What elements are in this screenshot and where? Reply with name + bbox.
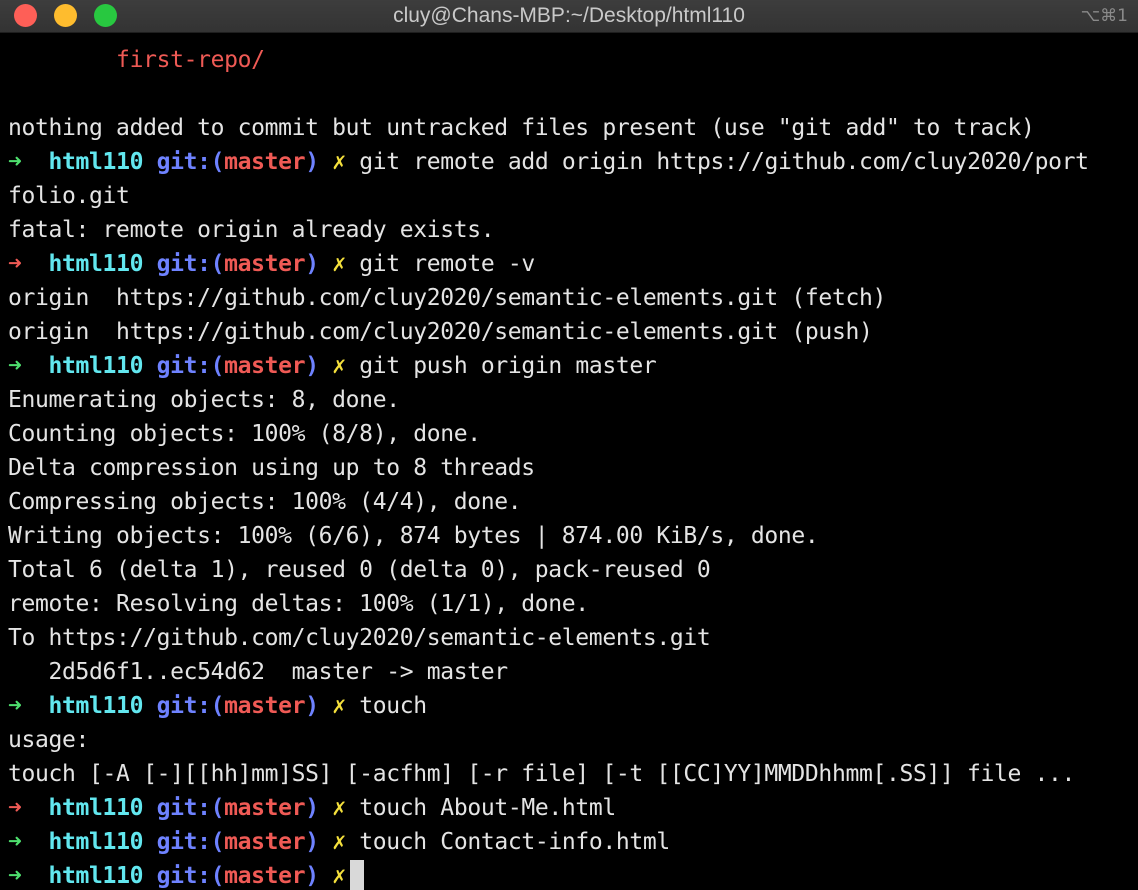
prompt-line: ➜ html110 git:(master) ✗ touch (0, 689, 1138, 723)
prompt-branch: master (224, 795, 306, 821)
command-text: git remote add origin https://github.com… (359, 149, 1089, 175)
terminal-output[interactable]: first-repo/ nothing added to commit but … (0, 43, 1138, 890)
prompt-git-close: ) (305, 863, 319, 889)
dirty-icon: ✗ (332, 251, 346, 277)
prompt-arrow-icon: ➜ (8, 795, 22, 821)
output-line: nothing added to commit but untracked fi… (8, 115, 1035, 141)
dirty-icon: ✗ (332, 693, 346, 719)
prompt-line: ➜ html110 git:(master) ✗ touch Contact-i… (0, 825, 1138, 859)
output-line: Delta compression using up to 8 threads (8, 455, 535, 481)
command-text: touch Contact-info.html (359, 829, 670, 855)
prompt-git-close: ) (305, 829, 319, 855)
prompt-git-label: git:( (156, 149, 225, 175)
output-line: To https://github.com/cluy2020/semantic-… (8, 625, 711, 651)
prompt-dir: html110 (48, 863, 144, 889)
dirty-icon: ✗ (332, 795, 346, 821)
prompt-arrow-icon: ➜ (8, 693, 22, 719)
dirty-icon: ✗ (332, 863, 346, 889)
output-line: Counting objects: 100% (8/8), done. (8, 421, 481, 447)
output-line: first-repo/ (8, 47, 265, 73)
title-bar: cluy@Chans-MBP:~/Desktop/html110 ⌥⌘1 (0, 0, 1138, 33)
prompt-dir: html110 (48, 795, 144, 821)
prompt-arrow-icon: ➜ (8, 829, 22, 855)
command-text: touch About-Me.html (359, 795, 616, 821)
prompt-line: ➜ html110 git:(master) ✗ git push origin… (0, 349, 1138, 383)
prompt-git-label: git:( (156, 829, 225, 855)
output-line: remote: Resolving deltas: 100% (1/1), do… (8, 591, 589, 617)
prompt-dir: html110 (48, 149, 144, 175)
prompt-branch: master (224, 863, 306, 889)
prompt-git-close: ) (305, 693, 319, 719)
output-line: origin https://github.com/cluy2020/seman… (8, 285, 886, 311)
prompt-dir: html110 (48, 251, 144, 277)
terminal-window: cluy@Chans-MBP:~/Desktop/html110 ⌥⌘1 fir… (0, 0, 1138, 890)
output-line: 2d5d6f1..ec54d62 master -> master (8, 659, 509, 685)
prompt-dir: html110 (48, 353, 144, 379)
prompt-arrow-icon: ➜ (8, 863, 22, 889)
terminal-cursor[interactable] (349, 860, 364, 890)
prompt-git-label: git:( (156, 693, 225, 719)
prompt-git-label: git:( (156, 353, 225, 379)
prompt-git-close: ) (305, 251, 319, 277)
dirty-icon: ✗ (332, 149, 346, 175)
prompt-git-close: ) (305, 353, 319, 379)
prompt-arrow-icon: ➜ (8, 251, 22, 277)
prompt-line: ➜ html110 git:(master) ✗ git remote add … (0, 145, 1138, 179)
output-line: touch [-A [-][[hh]mm]SS] [-acfhm] [-r fi… (8, 761, 1076, 787)
prompt-git-close: ) (305, 795, 319, 821)
prompt-arrow-icon: ➜ (8, 353, 22, 379)
output-line: fatal: remote origin already exists. (8, 217, 495, 243)
prompt-git-close: ) (305, 149, 319, 175)
prompt-branch: master (224, 149, 306, 175)
prompt-branch: master (224, 829, 306, 855)
prompt-line: ➜ html110 git:(master) ✗ touch About-Me.… (0, 791, 1138, 825)
window-shortcut: ⌥⌘1 (1080, 6, 1128, 26)
output-line: origin https://github.com/cluy2020/seman… (8, 319, 873, 345)
command-text: git push origin master (359, 353, 657, 379)
prompt-branch: master (224, 693, 306, 719)
prompt-dir: html110 (48, 829, 144, 855)
dirty-icon: ✗ (332, 829, 346, 855)
dirty-icon: ✗ (332, 353, 346, 379)
command-text: git remote -v (359, 251, 535, 277)
prompt-line: ➜ html110 git:(master) ✗ (0, 859, 1138, 890)
prompt-branch: master (224, 251, 306, 277)
command-text: touch (359, 693, 427, 719)
window-title: cluy@Chans-MBP:~/Desktop/html110 (393, 4, 745, 27)
output-line: folio.git (8, 183, 130, 209)
prompt-dir: html110 (48, 693, 144, 719)
output-line: Compressing objects: 100% (4/4), done. (8, 489, 522, 515)
prompt-branch: master (224, 353, 306, 379)
output-line: Writing objects: 100% (6/6), 874 bytes |… (8, 523, 819, 549)
prompt-arrow-icon: ➜ (8, 149, 22, 175)
output-line: usage: (8, 727, 90, 753)
prompt-git-label: git:( (156, 863, 225, 889)
prompt-git-label: git:( (156, 795, 225, 821)
output-line: Total 6 (delta 1), reused 0 (delta 0), p… (8, 557, 711, 583)
prompt-line: ➜ html110 git:(master) ✗ git remote -v (0, 247, 1138, 281)
output-line: Enumerating objects: 8, done. (8, 387, 400, 413)
prompt-git-label: git:( (156, 251, 225, 277)
